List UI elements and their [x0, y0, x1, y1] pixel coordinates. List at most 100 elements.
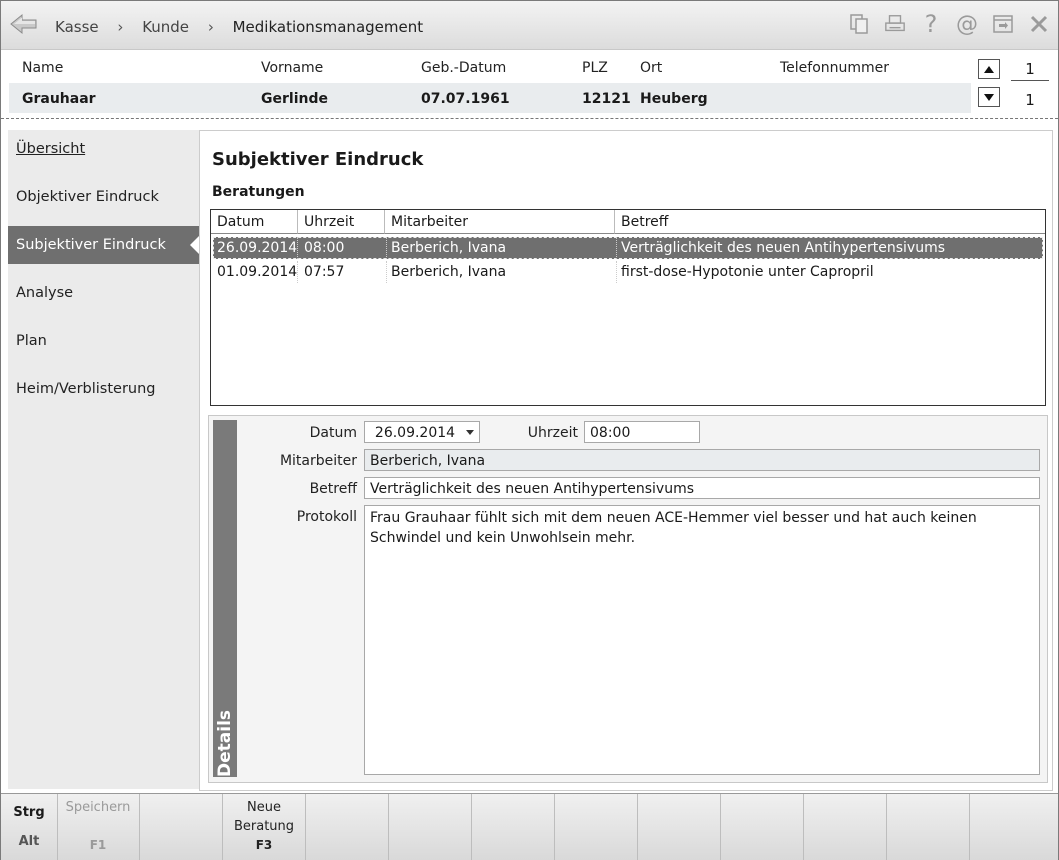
details-panel: Details Datum 26.09.2014 Uhrzeit 08:00 M…	[208, 415, 1048, 783]
sidebar-item-plan[interactable]: Plan	[8, 322, 199, 360]
document-icon[interactable]	[848, 13, 870, 35]
breadcrumb: Kasse › Kunde › Medikationsmanagement	[55, 18, 437, 36]
sidebar-item-label: Übersicht	[16, 141, 86, 157]
f2-button[interactable]	[140, 794, 223, 860]
mitarbeiter-field: Berberich, Ivana	[364, 449, 1040, 471]
f3-key-label: F3	[255, 838, 273, 852]
arrow-down-icon	[984, 93, 994, 101]
protokoll-textarea[interactable]: Frau Grauhaar fühlt sich mit dem neuen A…	[364, 505, 1040, 775]
cell-uhrzeit: 07:57	[300, 261, 387, 283]
sidebar-item-uebersicht[interactable]: Übersicht	[8, 130, 199, 168]
back-arrow-icon[interactable]	[9, 11, 39, 37]
cell-datum: 01.09.2014	[213, 261, 298, 283]
header-geb-datum: Geb.-Datum	[421, 60, 507, 76]
cell-betreff: first-dose-Hypotonie unter Capropril	[621, 264, 874, 280]
sidebar-item-subjektiver-eindruck[interactable]: Subjektiver Eindruck	[8, 226, 199, 264]
column-header-datum[interactable]: Datum	[211, 210, 298, 234]
f5-button[interactable]	[389, 794, 472, 860]
mitarbeiter-label: Mitarbeiter	[279, 453, 357, 469]
cell-mitarbeiter: Berberich, Ivana	[387, 261, 617, 283]
column-header-mitarbeiter[interactable]: Mitarbeiter	[385, 210, 615, 234]
breadcrumb-current: Medikationsmanagement	[232, 18, 424, 36]
help-icon[interactable]: ?	[920, 10, 942, 38]
betreff-field[interactable]: Verträglichkeit des neuen Antihypertensi…	[364, 477, 1040, 499]
customer-ort: Heuberg	[640, 91, 708, 107]
breadcrumb-kunde[interactable]: Kunde	[142, 18, 189, 36]
speichern-label: Speichern	[65, 800, 131, 815]
customer-plz: 12121	[582, 91, 631, 107]
arrow-up-icon	[984, 65, 994, 73]
record-up-button[interactable]	[978, 59, 1000, 79]
modifier-alt[interactable]: Alt	[1, 834, 57, 849]
header-plz: PLZ	[582, 60, 608, 76]
sidebar-item-analyse[interactable]: Analyse	[8, 274, 199, 312]
beratungen-table: Datum Uhrzeit Mitarbeiter Betreff 26.09.…	[210, 209, 1046, 406]
sidebar-item-heim-verblisterung[interactable]: Heim/Verblisterung	[8, 370, 199, 408]
top-bar: Kasse › Kunde › Medikationsmanagement ? …	[1, 1, 1058, 50]
modifier-strg[interactable]: Strg	[1, 805, 57, 820]
uhrzeit-label: Uhrzeit	[527, 425, 578, 441]
section-title: Beratungen	[212, 184, 305, 200]
f10-button[interactable]	[804, 794, 887, 860]
breadcrumb-kasse[interactable]: Kasse	[55, 18, 99, 36]
uhrzeit-field[interactable]: 08:00	[584, 421, 700, 443]
neue-beratung-button[interactable]: Neue Beratung F3	[223, 794, 306, 860]
toolbar-icons: ? @	[848, 10, 1050, 38]
details-tab-label: Details	[215, 709, 235, 777]
main-panel: Subjektiver Eindruck Beratungen Datum Uh…	[199, 130, 1053, 791]
function-key-bar: Strg Alt Speichern F1 Neue Beratung F3	[1, 793, 1058, 860]
datum-dropdown[interactable]: 26.09.2014	[364, 421, 480, 443]
cell-datum: 26.09.2014	[213, 237, 298, 259]
record-divider	[1011, 80, 1049, 81]
record-down-button[interactable]	[978, 87, 1000, 107]
header-ort: Ort	[640, 60, 663, 76]
f11-button[interactable]	[887, 794, 970, 860]
page-title: Subjektiver Eindruck	[212, 149, 424, 170]
close-icon[interactable]	[1028, 13, 1050, 35]
sidebar-item-objektiver-eindruck[interactable]: Objektiver Eindruck	[8, 178, 199, 216]
header-telefon: Telefonnummer	[780, 60, 890, 76]
breadcrumb-separator: ›	[117, 18, 124, 36]
datum-value: 26.09.2014	[374, 425, 456, 441]
f9-button[interactable]	[721, 794, 804, 860]
betreff-label: Betreff	[309, 481, 357, 497]
details-tab[interactable]: Details	[213, 420, 237, 777]
print-icon[interactable]	[884, 13, 906, 35]
header-vorname: Vorname	[261, 60, 324, 76]
cell-uhrzeit: 08:00	[300, 237, 387, 259]
f6-button[interactable]	[472, 794, 555, 860]
at-icon[interactable]: @	[956, 12, 978, 37]
table-row[interactable]: 01.09.2014 07:57 Berberich, Ivana first-…	[213, 261, 1043, 283]
neue-beratung-label-2: Beratung	[233, 819, 295, 834]
customer-name: Grauhaar	[22, 91, 96, 107]
modifier-keys: Strg Alt	[1, 794, 58, 860]
cell-betreff: Verträglichkeit des neuen Antihypertensi…	[621, 240, 946, 256]
speichern-button[interactable]: Speichern F1	[57, 794, 140, 860]
f1-key-label: F1	[89, 838, 107, 852]
neue-beratung-label-1: Neue	[247, 800, 281, 815]
protokoll-label: Protokoll	[296, 509, 357, 525]
f4-button[interactable]	[306, 794, 389, 860]
customer-geb-datum: 07.07.1961	[421, 91, 510, 107]
window-icon[interactable]	[992, 13, 1014, 35]
breadcrumb-separator: ›	[207, 18, 214, 36]
sidebar-item-label: Plan	[16, 333, 47, 349]
f8-button[interactable]	[638, 794, 721, 860]
sidebar: Übersicht Objektiver Eindruck Subjektive…	[8, 130, 199, 789]
record-count-top: 1	[1025, 60, 1035, 78]
customer-header: Name Vorname Geb.-Datum PLZ Ort Telefonn…	[1, 50, 1058, 119]
table-row[interactable]: 26.09.2014 08:00 Berberich, Ivana Verträ…	[213, 237, 1043, 259]
customer-vorname: Gerlinde	[261, 91, 328, 107]
f12-button[interactable]	[970, 794, 1058, 860]
datum-label: Datum	[309, 425, 357, 441]
column-header-uhrzeit[interactable]: Uhrzeit	[298, 210, 385, 234]
chevron-down-icon	[466, 430, 474, 435]
sidebar-item-label: Objektiver Eindruck	[16, 189, 159, 205]
sidebar-item-label: Subjektiver Eindruck	[16, 237, 166, 253]
cell-mitarbeiter: Berberich, Ivana	[387, 237, 617, 259]
f7-button[interactable]	[555, 794, 638, 860]
header-name: Name	[22, 60, 64, 76]
record-count-bottom: 1	[1025, 91, 1035, 109]
app-window: Kasse › Kunde › Medikationsmanagement ? …	[0, 0, 1059, 860]
column-header-betreff[interactable]: Betreff	[615, 210, 1045, 234]
